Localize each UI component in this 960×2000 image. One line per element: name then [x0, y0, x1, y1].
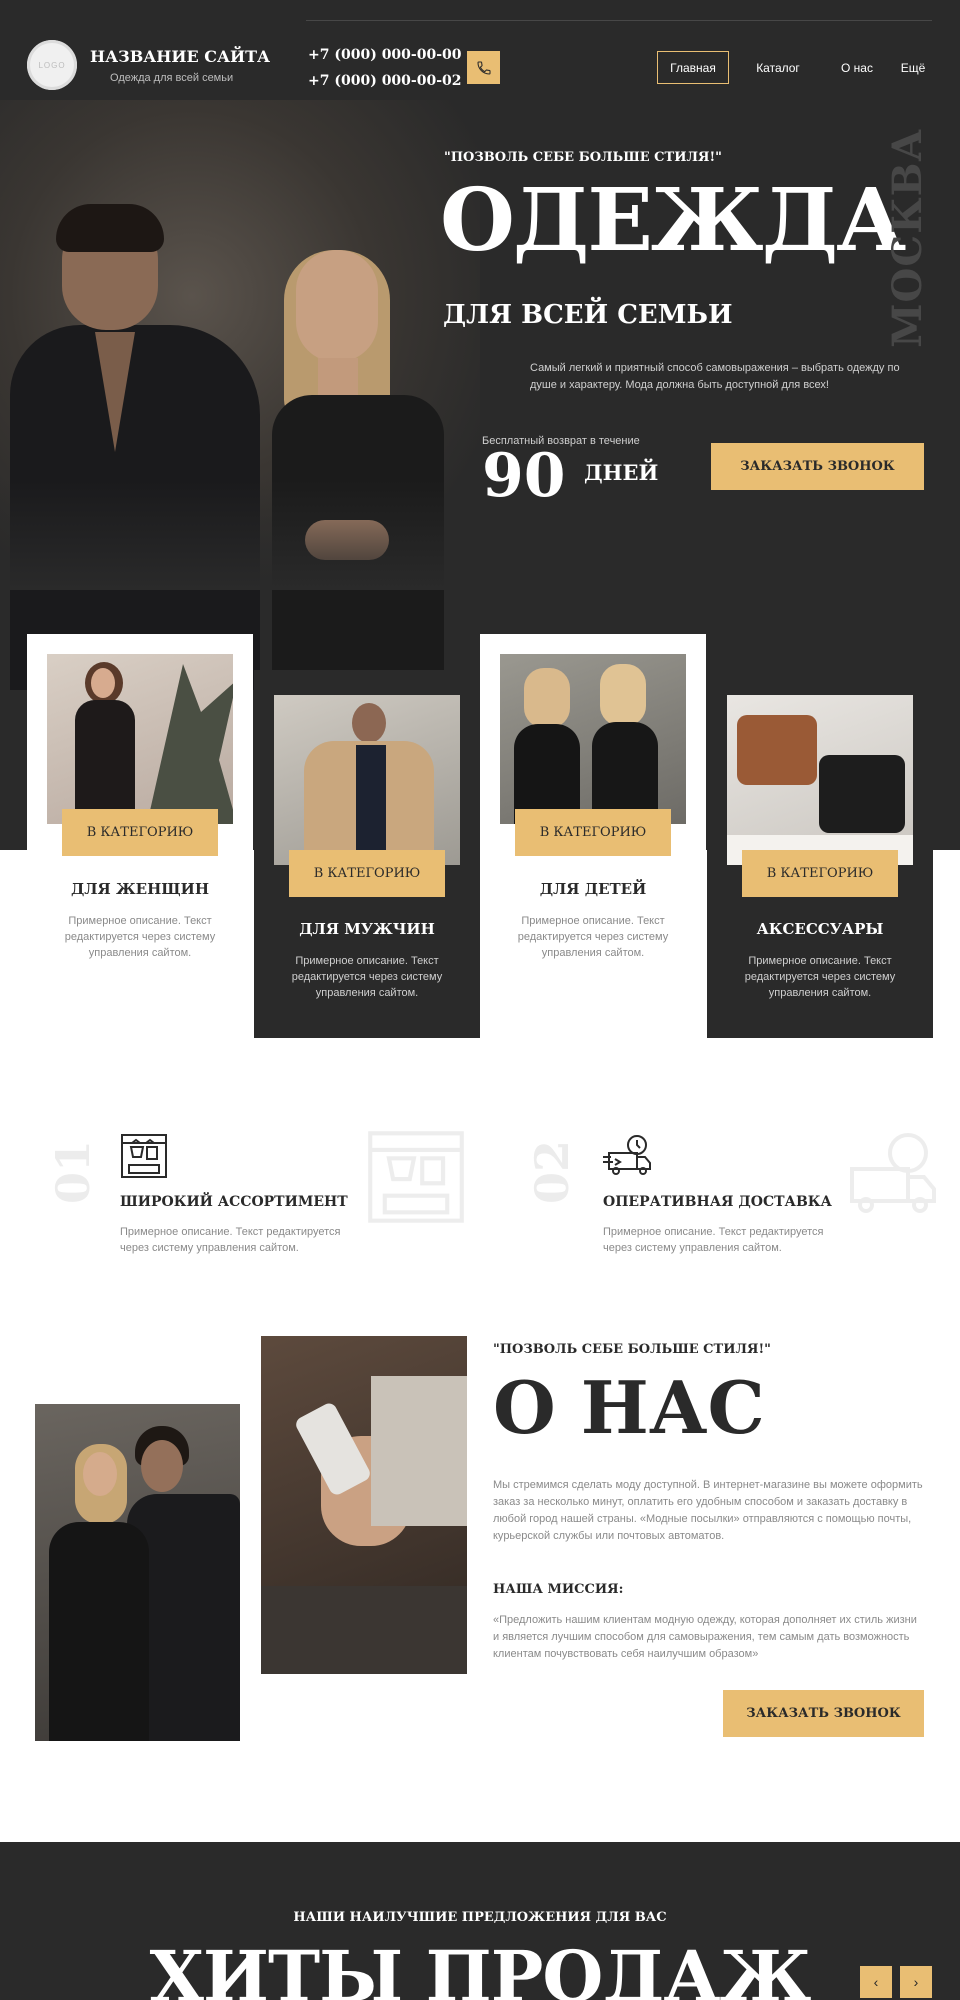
black-dress: [75, 700, 135, 824]
category-image-accessories: [727, 695, 913, 865]
feature-title-1: ШИРОКИЙ АССОРТИМЕНТ: [120, 1194, 348, 1210]
category-description-kids: Примерное описание. Текст редактируется …: [517, 915, 669, 959]
return-days-unit: ДНЕЙ: [584, 460, 659, 485]
nav-more[interactable]: Ещё: [893, 51, 933, 84]
carousel-prev-button[interactable]: ‹: [860, 1966, 892, 1998]
about-photo-couple: [35, 1404, 240, 1741]
header-divider: [306, 20, 932, 21]
woman-face: [91, 668, 115, 698]
category-button-kids[interactable]: В КАТЕГОРИЮ: [515, 809, 671, 856]
about-slogan: "ПОЗВОЛЬ СЕБЕ БОЛЬШЕ СТИЛЯ!": [493, 1342, 771, 1357]
feature-description-2: Примерное описание. Текст редактируется …: [603, 1226, 824, 1254]
return-days-number: 90: [482, 441, 566, 511]
category-card-kids[interactable]: В КАТЕГОРИЮ ДЛЯ ДЕТЕЙ Примерное описание…: [480, 634, 706, 979]
feature-number-2: 02: [525, 1140, 579, 1205]
about-text: Мы стремимся сделать моду доступной. В и…: [493, 1479, 923, 1542]
bestsellers-subtitle: НАШИ НАИЛУЧШИЕ ПРЕДЛОЖЕНИЯ ДЛЯ ВАС: [293, 1910, 667, 1925]
about-order-call-button[interactable]: ЗАКАЗАТЬ ЗВОНОК: [723, 1690, 924, 1737]
category-title-men: ДЛЯ МУЖЧИН: [299, 920, 435, 938]
woman-dress: [49, 1522, 149, 1741]
girl-2-hair: [600, 664, 646, 726]
city-label: МОСКВА: [884, 128, 931, 348]
phone-link-1[interactable]: +7 (000) 000-00-00: [308, 47, 462, 63]
phone-link-2[interactable]: +7 (000) 000-00-02: [308, 73, 462, 89]
category-description-accessories: Примерное описание. Текст редактируется …: [744, 955, 896, 999]
nav-about[interactable]: О нас: [832, 51, 882, 84]
woman-neck: [318, 358, 358, 398]
hero-title: ОДЕЖДА: [440, 170, 906, 271]
man-face: [141, 1440, 183, 1492]
callback-button[interactable]: [467, 51, 500, 84]
sweater: [371, 1376, 467, 1526]
nav-catalog[interactable]: Каталог: [748, 51, 808, 84]
hero-subtitle: ДЛЯ ВСЕЙ СЕМЬИ: [443, 300, 733, 330]
bestsellers-section: НАШИ НАИЛУЧШИЕ ПРЕДЛОЖЕНИЯ ДЛЯ ВАС ХИТЫ …: [0, 1842, 960, 2000]
woman-head: [296, 250, 378, 362]
category-button-men[interactable]: В КАТЕГОРИЮ: [289, 850, 445, 897]
category-card-men[interactable]: В КАТЕГОРИЮ ДЛЯ МУЖЧИН Примерное описани…: [254, 670, 480, 1038]
woman-face: [83, 1452, 117, 1496]
mission-title: НАША МИССИЯ:: [493, 1582, 624, 1597]
category-title-women: ДЛЯ ЖЕНЩИН: [70, 880, 210, 898]
about-photo-phone: [261, 1336, 467, 1674]
mission-text: «Предложить нашим клиентам модную одежду…: [493, 1614, 917, 1660]
category-image-men: [274, 695, 460, 865]
man-head: [352, 703, 386, 743]
feature-description-1: Примерное описание. Текст редактируется …: [120, 1226, 341, 1254]
man-shirt: [356, 745, 386, 865]
brown-bag: [737, 715, 817, 785]
nav-home[interactable]: Главная: [657, 51, 729, 84]
site-name[interactable]: НАЗВАНИЕ САЙТА: [90, 47, 270, 66]
category-description-men: Примерное описание. Текст редактируется …: [291, 955, 443, 999]
laptop: [261, 1586, 467, 1674]
category-image-women: [47, 654, 233, 824]
logo[interactable]: LOGO: [27, 40, 77, 90]
category-image-kids: [500, 654, 686, 824]
about-title: О НАС: [493, 1365, 765, 1450]
girl-1-hair: [524, 668, 570, 728]
bestsellers-title: ХИТЫ ПРОДАЖ: [149, 1935, 812, 2000]
feature-number-1: 01: [46, 1140, 100, 1205]
man-hair: [56, 204, 164, 252]
phone-icon: [476, 60, 491, 75]
category-description-women: Примерное описание. Текст редактируется …: [64, 915, 216, 959]
category-title-accessories: АКСЕССУАРЫ: [756, 920, 884, 938]
delivery-truck-icon: [603, 1135, 651, 1175]
category-button-women[interactable]: В КАТЕГОРИЮ: [62, 809, 218, 856]
feature-title-2: ОПЕРАТИВНАЯ ДОСТАВКА: [603, 1194, 832, 1210]
clothes-rack-watermark-icon: [368, 1131, 464, 1223]
black-bag: [819, 755, 905, 833]
carousel-next-button[interactable]: ›: [900, 1966, 932, 1998]
clothes-rack-icon: [121, 1134, 167, 1178]
hero-order-call-button[interactable]: ЗАКАЗАТЬ ЗВОНОК: [711, 443, 924, 490]
category-card-accessories[interactable]: В КАТЕГОРИЮ АКСЕССУАРЫ Примерное описани…: [707, 670, 933, 1038]
category-title-kids: ДЛЯ ДЕТЕЙ: [539, 880, 647, 898]
plant-leaves: [147, 664, 233, 824]
category-card-women[interactable]: В КАТЕГОРИЮ ДЛЯ ЖЕНЩИН Примерное описани…: [27, 634, 253, 979]
hero-slogan: "ПОЗВОЛЬ СЕБЕ БОЛЬШЕ СТИЛЯ!": [444, 150, 722, 165]
site-tagline: Одежда для всей семьи: [110, 72, 234, 84]
delivery-truck-watermark-icon: [850, 1133, 936, 1213]
hero-photo-fade: [0, 480, 480, 590]
hero-description: Самый легкий и приятный способ самовыраж…: [530, 362, 900, 391]
category-button-accessories[interactable]: В КАТЕГОРИЮ: [742, 850, 898, 897]
